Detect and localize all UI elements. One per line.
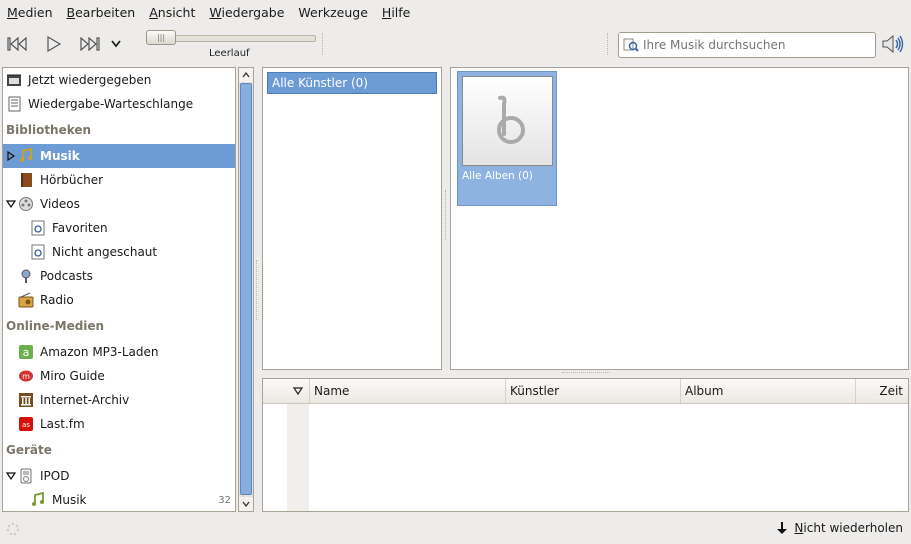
search-input[interactable] — [643, 38, 873, 52]
sidebar-item-music[interactable]: Musik — [3, 144, 235, 168]
pane-resize-grip[interactable] — [256, 260, 259, 320]
spinner-icon — [6, 522, 20, 536]
track-list: Name Künstler Album Zeit — [262, 378, 909, 512]
video-icon — [18, 196, 34, 212]
sidebar-header-devices: Geräte — [6, 443, 52, 457]
menu-medien[interactable]: Medien — [7, 5, 53, 20]
album-item-all[interactable]: Alle Alben (0) — [457, 71, 557, 206]
menu-bearbeiten[interactable]: Bearbeiten — [67, 5, 136, 20]
artist-browser: Alle Künstler (0) — [262, 67, 442, 370]
volume-button[interactable] — [881, 33, 905, 57]
sidebar-item-play-queue[interactable]: Wiedergabe-Warteschlange — [3, 92, 235, 116]
skip-forward-icon — [80, 37, 100, 51]
item-count: 32 — [218, 494, 231, 506]
chevron-up-icon — [242, 72, 250, 78]
sidebar-item-unwatched[interactable]: Nicht angeschaut — [3, 240, 235, 264]
sidebar-item-ipod-music[interactable]: Musik 32 — [3, 488, 235, 511]
previous-button[interactable] — [5, 31, 31, 57]
play-button[interactable] — [41, 31, 67, 57]
column-sort-indicator[interactable] — [287, 379, 309, 403]
scroll-up-button[interactable] — [239, 68, 253, 82]
column-header-album[interactable]: Album — [680, 379, 855, 403]
sidebar-item-audiobooks[interactable]: Hörbücher — [3, 168, 235, 192]
podcast-icon — [18, 268, 34, 284]
menubar: Medien Bearbeiten Ansicht Wiedergabe Wer… — [0, 0, 911, 25]
album-browser: Alle Alben (0) — [450, 67, 909, 370]
queue-icon — [6, 96, 22, 112]
repeat-mode-button[interactable]: Nicht wiederholen — [776, 521, 903, 535]
search-icon — [623, 38, 639, 52]
music-note-icon — [18, 148, 34, 164]
expand-arrow-icon[interactable] — [6, 151, 16, 161]
sidebar-item-internet-archive[interactable]: Internet-Archiv — [3, 388, 235, 412]
sidebar-item-ipod[interactable]: IPOD — [3, 464, 235, 488]
menu-ansicht[interactable]: Ansicht — [149, 5, 195, 20]
sidebar-header-libraries: Bibliotheken — [6, 123, 92, 137]
now-playing-icon — [6, 72, 22, 88]
playback-status: Leerlauf — [209, 48, 250, 59]
scroll-down-button[interactable] — [239, 497, 253, 511]
ipod-icon — [18, 468, 34, 484]
svg-text:as: as — [22, 421, 30, 429]
radio-icon — [18, 292, 34, 308]
skip-back-icon — [7, 37, 27, 51]
sidebar-item-miro-guide[interactable]: m Miro Guide — [3, 364, 235, 388]
track-list-gutter — [287, 404, 309, 511]
miro-icon: m — [18, 368, 34, 384]
album-label: Alle Alben (0) — [462, 170, 533, 182]
toolbar: ||| Leerlauf — [0, 25, 911, 65]
sidebar-item-lastfm[interactable]: as Last.fm — [3, 412, 235, 436]
source-sidebar: Jetzt wiedergegeben Wiedergabe-Warteschl… — [2, 67, 236, 512]
seek-slider-knob[interactable]: ||| — [146, 30, 176, 45]
pane-resize-grip[interactable] — [445, 190, 448, 240]
toolbar-separator — [607, 33, 609, 55]
svg-text:m: m — [22, 372, 30, 381]
smart-playlist-icon — [30, 220, 46, 236]
chevron-down-icon — [111, 40, 121, 48]
sidebar-item-videos[interactable]: Videos — [3, 192, 235, 216]
lastfm-icon: as — [18, 416, 34, 432]
collapse-arrow-icon[interactable] — [6, 471, 16, 481]
column-header-name[interactable]: Name — [309, 379, 505, 403]
sidebar-item-podcasts[interactable]: Podcasts — [3, 264, 235, 288]
pane-resize-grip[interactable] — [562, 372, 610, 375]
book-icon — [18, 172, 34, 188]
menu-hilfe[interactable]: Hilfe — [382, 5, 410, 20]
column-header-artist[interactable]: Künstler — [505, 379, 680, 403]
menu-werkzeuge[interactable]: Werkzeuge — [298, 5, 368, 20]
collapse-arrow-icon[interactable] — [6, 199, 16, 209]
album-cover — [462, 76, 553, 166]
smart-playlist-icon — [30, 244, 46, 260]
svg-text:a: a — [23, 346, 30, 359]
menu-wiedergabe[interactable]: Wiedergabe — [209, 5, 284, 20]
search-box[interactable] — [618, 32, 876, 58]
track-list-header: Name Künstler Album Zeit — [263, 379, 908, 404]
arrow-down-icon — [777, 522, 788, 534]
statusbar: Nicht wiederholen — [0, 516, 911, 544]
sidebar-item-favorites[interactable]: Favoriten — [3, 216, 235, 240]
next-menu-button[interactable] — [107, 31, 125, 57]
music-note-icon — [30, 492, 46, 508]
column-header-time[interactable]: Zeit — [855, 379, 908, 403]
play-icon — [47, 36, 62, 52]
next-button[interactable] — [76, 31, 102, 57]
sidebar-item-radio[interactable]: Radio — [3, 288, 235, 312]
sidebar-header-online-media: Online-Medien — [6, 319, 105, 333]
scrollbar-thumb[interactable] — [240, 83, 252, 495]
toolbar-separator — [322, 33, 324, 55]
chevron-down-icon — [242, 501, 250, 507]
amazon-icon: a — [18, 344, 34, 360]
sidebar-item-now-playing[interactable]: Jetzt wiedergegeben — [3, 68, 235, 92]
artist-item-all[interactable]: Alle Künstler (0) — [267, 72, 437, 94]
speaker-icon — [882, 34, 904, 54]
banshee-logo-icon — [496, 95, 525, 144]
archive-icon — [18, 392, 34, 408]
sort-desc-icon — [293, 387, 303, 395]
sidebar-scrollbar[interactable] — [238, 67, 254, 512]
sidebar-item-amazon-mp3[interactable]: a Amazon MP3-Laden — [3, 340, 235, 364]
